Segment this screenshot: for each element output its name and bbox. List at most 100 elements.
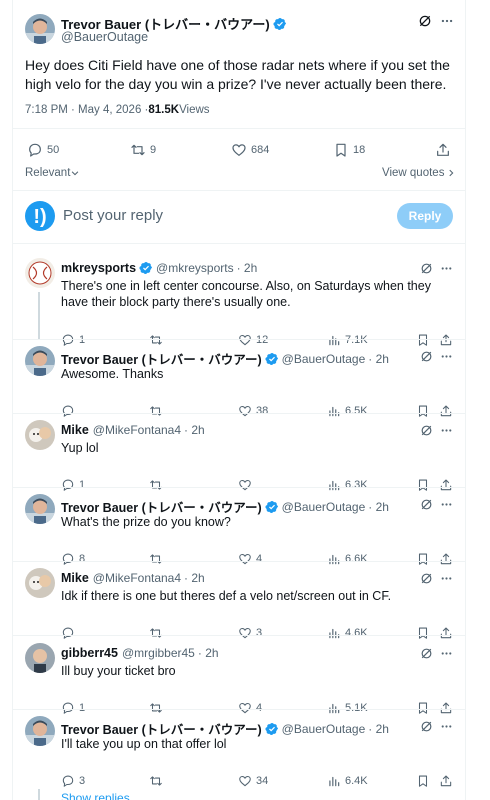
- reply-author-handle[interactable]: @MikeFontana4: [93, 423, 181, 437]
- reply-like-button[interactable]: 38: [238, 404, 268, 418]
- share-icon: [440, 405, 452, 417]
- reply-like-button[interactable]: 4: [238, 552, 262, 566]
- grok-icon[interactable]: [420, 572, 433, 585]
- reply-views-button[interactable]: 6.5K: [327, 404, 368, 418]
- reply-author-handle[interactable]: @BauerOutage: [282, 500, 366, 514]
- more-icon[interactable]: [440, 572, 453, 585]
- reply-input[interactable]: Post your reply: [63, 207, 163, 224]
- reply-time[interactable]: · 2h: [184, 423, 205, 437]
- reply-views-button[interactable]: 6.3K: [327, 478, 368, 492]
- reply-like-button[interactable]: 34: [238, 774, 268, 788]
- reply-like-button[interactable]: 12: [238, 333, 268, 347]
- reply-reply-button[interactable]: 3: [61, 774, 85, 788]
- more-icon[interactable]: [440, 647, 453, 660]
- reply-views-button[interactable]: 4.6K: [327, 626, 368, 640]
- reply-share-button[interactable]: [439, 333, 453, 347]
- reply-bookmark-button[interactable]: [416, 701, 430, 715]
- reply-reply-button[interactable]: [61, 404, 79, 418]
- reply-author-handle[interactable]: @BauerOutage: [282, 352, 366, 366]
- reply-views-button[interactable]: 5.1K: [327, 701, 368, 715]
- view-quotes-link[interactable]: View quotes: [382, 167, 456, 179]
- reply-avatar[interactable]: [25, 494, 55, 524]
- reply-avatar[interactable]: [25, 568, 55, 598]
- reply-bookmark-button[interactable]: [416, 404, 430, 418]
- reply-time[interactable]: · 2h: [368, 500, 389, 514]
- reply-bookmark-button[interactable]: [416, 552, 430, 566]
- reply-share-button[interactable]: [439, 626, 453, 640]
- show-replies-link[interactable]: Show replies: [61, 791, 130, 800]
- reply-bookmark-button[interactable]: [416, 626, 430, 640]
- reply-avatar[interactable]: [25, 420, 55, 450]
- reply-bookmark-button[interactable]: [416, 333, 430, 347]
- reply-like-count: 4: [256, 702, 263, 714]
- reply-repost-button[interactable]: [149, 774, 167, 788]
- reply-reply-button[interactable]: [61, 626, 79, 640]
- current-user-avatar[interactable]: !): [25, 201, 55, 231]
- main-author-avatar[interactable]: [25, 14, 55, 44]
- reply-repost-button[interactable]: [149, 701, 167, 715]
- reply-time[interactable]: · 2h: [198, 646, 219, 660]
- reply-avatar[interactable]: [25, 716, 55, 746]
- reply-repost-button[interactable]: [149, 333, 167, 347]
- grok-icon[interactable]: [420, 498, 433, 511]
- reply-avatar[interactable]: [25, 258, 55, 288]
- reply-author-handle[interactable]: @MikeFontana4: [93, 571, 181, 585]
- main-bookmark-button[interactable]: 18: [333, 142, 365, 158]
- grok-icon[interactable]: [418, 14, 432, 28]
- more-icon[interactable]: [440, 350, 453, 363]
- more-icon[interactable]: [440, 424, 453, 437]
- main-share-button[interactable]: [435, 142, 451, 158]
- reply-repost-button[interactable]: [149, 404, 167, 418]
- grok-icon[interactable]: [420, 350, 433, 363]
- more-icon[interactable]: [440, 14, 454, 28]
- grok-icon[interactable]: [420, 720, 433, 733]
- reply-like-button[interactable]: 3: [238, 626, 262, 640]
- reply-reply-count: 1: [79, 334, 86, 346]
- reply-button[interactable]: Reply: [397, 203, 453, 229]
- reply-bookmark-button[interactable]: [416, 774, 430, 788]
- more-icon[interactable]: [440, 720, 453, 733]
- more-icon[interactable]: [440, 262, 453, 275]
- reply-repost-button[interactable]: [149, 552, 167, 566]
- reply-author-name[interactable]: mkreysports: [61, 261, 136, 275]
- reply-bookmark-button[interactable]: [416, 478, 430, 492]
- reply-author-name[interactable]: Mike: [61, 423, 89, 437]
- reply-like-button[interactable]: 4: [238, 701, 262, 715]
- grok-icon[interactable]: [420, 647, 433, 660]
- more-icon[interactable]: [440, 498, 453, 511]
- main-tweet-time[interactable]: 7:18 PM · May 4, 2026 ·: [25, 104, 148, 116]
- reply-time[interactable]: · 2h: [368, 352, 389, 366]
- reply-like-button[interactable]: [238, 478, 256, 492]
- reply-time[interactable]: · 2h: [237, 261, 258, 275]
- reply-author-handle[interactable]: @BauerOutage: [282, 722, 366, 736]
- reply-time[interactable]: · 2h: [184, 571, 205, 585]
- grok-icon[interactable]: [420, 424, 433, 437]
- reply-avatar[interactable]: [25, 346, 55, 376]
- main-author-handle[interactable]: @BauerOutage: [61, 30, 148, 44]
- reply-share-button[interactable]: [439, 774, 453, 788]
- reply-views-button[interactable]: 6.6K: [327, 552, 368, 566]
- reply-reply-button[interactable]: 1: [61, 478, 85, 492]
- main-reply-button[interactable]: 50: [27, 142, 59, 158]
- reply-time[interactable]: · 2h: [368, 722, 389, 736]
- reply-reply-button[interactable]: 1: [61, 333, 85, 347]
- grok-icon[interactable]: [420, 262, 433, 275]
- reply-reply-button[interactable]: 1: [61, 701, 85, 715]
- reply-author-name[interactable]: Mike: [61, 571, 89, 585]
- reply-views-button[interactable]: 7.1K: [327, 333, 368, 347]
- main-repost-button[interactable]: 9: [130, 142, 156, 158]
- reply-author-handle[interactable]: @mkreysports: [156, 261, 234, 275]
- main-like-button[interactable]: 684: [231, 142, 269, 158]
- reply-author-name[interactable]: gibberr45: [61, 646, 118, 660]
- reply-share-button[interactable]: [439, 404, 453, 418]
- reply-avatar[interactable]: [25, 643, 55, 673]
- reply-reply-button[interactable]: 8: [61, 552, 85, 566]
- sort-relevant-button[interactable]: Relevant: [25, 167, 80, 179]
- reply-share-button[interactable]: [439, 552, 453, 566]
- reply-repost-button[interactable]: [149, 626, 167, 640]
- reply-repost-button[interactable]: [149, 478, 167, 492]
- reply-views-button[interactable]: 6.4K: [327, 774, 368, 788]
- reply-author-handle[interactable]: @mrgibber45: [122, 646, 195, 660]
- reply-share-button[interactable]: [439, 478, 453, 492]
- reply-share-button[interactable]: [439, 701, 453, 715]
